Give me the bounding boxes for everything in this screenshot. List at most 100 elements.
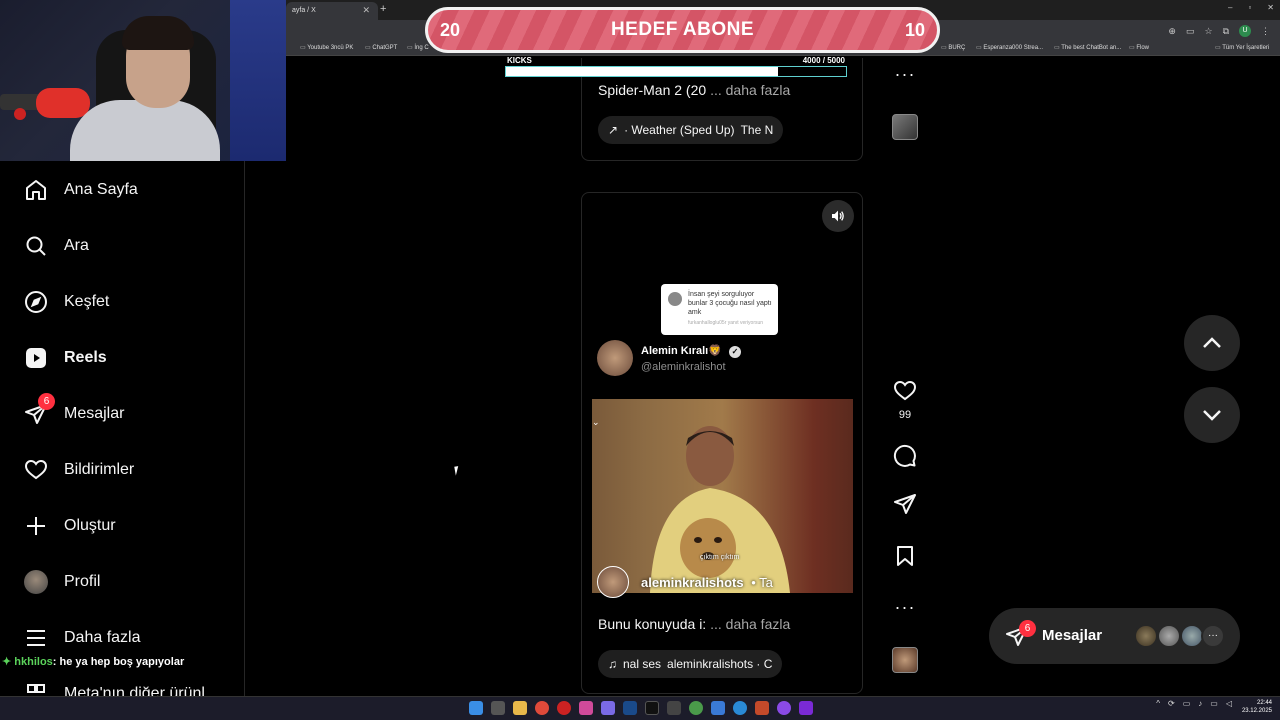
volume-icon[interactable]: ◁ — [1226, 699, 1232, 708]
sidebar-item-notifications[interactable]: Bildirimler — [22, 456, 134, 484]
video-person-image — [650, 426, 790, 593]
start-icon[interactable] — [469, 701, 483, 715]
instagram-icon[interactable] — [579, 701, 593, 715]
chevron-down-icon — [1203, 410, 1221, 421]
previous-reel-button[interactable] — [1184, 315, 1240, 371]
video-username[interactable]: aleminkralishots • Ta — [641, 575, 773, 590]
bookmark-item[interactable]: Esperanza000 Strea... — [976, 44, 1043, 51]
system-tray: ^ ⟳ ▭ ♪ ▭ ◁ — [1156, 699, 1232, 708]
extensions-icon[interactable]: ⧉ — [1223, 26, 1229, 37]
sidebar-item-more[interactable]: Daha fazla — [22, 624, 141, 652]
post-caption[interactable]: Spider-Man 2 (20 ... daha fazla — [598, 82, 790, 98]
zoom-icon[interactable]: ⊕ — [1168, 26, 1176, 37]
audio-thumbnail[interactable] — [892, 647, 918, 673]
sidebar-item-label: Profil — [64, 573, 101, 590]
close-window-icon[interactable]: ✕ — [1267, 3, 1274, 12]
next-reel-button[interactable] — [1184, 387, 1240, 443]
conversation-avatar — [1157, 624, 1181, 648]
subscriber-goal-bar: 20 HEDEF ABONE 10 — [425, 7, 940, 53]
author-name[interactable]: Alemin Kıralı🦁 ✓ — [641, 344, 741, 358]
bookmark-item[interactable]: Flow — [1129, 44, 1149, 51]
search-icon — [22, 232, 50, 260]
sidebar-item-reels[interactable]: Reels — [22, 344, 107, 372]
microphone-icon[interactable]: ♪ — [1198, 699, 1202, 708]
browser-tab[interactable]: ayfa / X ✕ — [286, 2, 378, 20]
audio-chip[interactable]: ♫ nal ses aleminkralishots · C — [598, 650, 783, 678]
minimize-icon[interactable]: – — [1228, 3, 1232, 12]
save-button[interactable] — [893, 544, 917, 568]
app-icon[interactable] — [667, 701, 681, 715]
sound-toggle-button[interactable] — [822, 200, 854, 232]
refresh-icon[interactable]: ⟳ — [1168, 699, 1175, 708]
like-button[interactable] — [893, 379, 917, 403]
opera-icon[interactable] — [557, 701, 571, 715]
sidebar-item-profile[interactable]: Profil — [22, 568, 100, 596]
comment-button[interactable] — [893, 444, 917, 468]
taskbar-clock[interactable]: 22:44 23.12.2025 — [1242, 699, 1272, 715]
cast-icon[interactable]: ▭ — [1186, 26, 1195, 37]
sidebar-item-explore[interactable]: Keşfet — [22, 288, 109, 316]
bubble-text: İnsan şeyi sorguluyor bunlar 3 çocuğu na… — [688, 291, 772, 316]
window-controls: – ▫ ✕ — [1228, 3, 1274, 12]
menu-icon — [22, 624, 50, 652]
webcam-background-window — [230, 0, 286, 161]
close-tab-icon[interactable]: ✕ — [362, 5, 370, 16]
folder-icon[interactable]: ▭ — [1183, 699, 1191, 708]
bookmark-item[interactable]: ChatGPT — [365, 44, 397, 51]
kicks-value: 4000 / 5000 — [802, 56, 845, 65]
more-options-icon[interactable]: ··· — [893, 62, 917, 86]
sidebar-item-search[interactable]: Ara — [22, 232, 89, 260]
messages-pill[interactable]: 6 Mesajlar ··· — [989, 608, 1240, 664]
app-icon[interactable] — [535, 701, 549, 715]
chat-badge-icon: ✦ — [2, 656, 12, 668]
more-link[interactable]: ... daha fazla — [710, 616, 790, 632]
commenter-avatar — [668, 292, 682, 306]
discord-icon[interactable] — [601, 701, 615, 715]
chat-username: hkhilos — [14, 656, 53, 668]
webcam-overlay — [0, 0, 286, 161]
bookmark-item[interactable]: Youtube 3ncü PK — [300, 44, 353, 51]
kicks-progress: KICKS 4000 / 5000 — [505, 54, 847, 78]
app-icon[interactable] — [777, 701, 791, 715]
sidebar-item-create[interactable]: Oluştur — [22, 512, 116, 540]
kicks-progress-bar — [505, 66, 847, 77]
bookmark-item[interactable]: BURÇ — [941, 44, 965, 51]
notepad-icon[interactable] — [711, 701, 725, 715]
file-explorer-icon[interactable] — [513, 701, 527, 715]
video-subtitle: çıktım çıktım — [700, 554, 740, 561]
sidebar-item-label: Daha fazla — [64, 629, 141, 646]
edge-icon[interactable] — [733, 701, 747, 715]
browser-menu-icon[interactable]: ⋮ — [1261, 26, 1270, 37]
bookmark-item[interactable]: İng C — [407, 44, 428, 51]
more-options-icon[interactable]: ··· — [893, 595, 917, 619]
app-icon[interactable] — [755, 701, 769, 715]
chrome-icon[interactable] — [689, 701, 703, 715]
profile-avatar[interactable]: U — [1239, 25, 1251, 37]
post-caption[interactable]: Bunu konuyuda i: ... daha fazla — [598, 616, 790, 632]
webcam-person-body — [70, 100, 220, 161]
sidebar-item-label: Bildirimler — [64, 461, 135, 478]
share-button[interactable] — [893, 492, 917, 516]
more-link[interactable]: ... daha fazla — [710, 82, 790, 98]
network-icon[interactable]: ▭ — [1210, 699, 1218, 708]
notification-badge: 6 — [1019, 620, 1036, 637]
task-view-icon[interactable] — [491, 701, 505, 715]
maximize-icon[interactable]: ▫ — [1248, 3, 1251, 12]
bookmark-item[interactable]: The best ChatBot an... — [1054, 44, 1121, 51]
video-user-avatar[interactable] — [597, 566, 629, 598]
tiktok-icon[interactable] — [645, 701, 659, 715]
bookmark-star-icon[interactable]: ☆ — [1204, 26, 1212, 37]
audio-chip[interactable]: ↗ · Weather (Sped Up) The N — [598, 116, 784, 144]
chevron-up-icon[interactable]: ^ — [1156, 699, 1160, 708]
audio-thumbnail[interactable] — [892, 114, 918, 140]
photoshop-icon[interactable] — [623, 701, 637, 715]
bookmark-item[interactable]: Tüm Yer İşaretleri — [1215, 44, 1269, 51]
sidebar-item-messages[interactable]: 6 Mesajlar — [22, 393, 124, 428]
new-tab-plus-icon[interactable]: + — [380, 3, 386, 15]
clock-time: 22:44 — [1256, 700, 1272, 706]
sidebar-item-home[interactable]: Ana Sayfa — [22, 176, 138, 204]
toolbar-icons: ⊕ ▭ ☆ ⧉ U ⋮ — [1168, 25, 1270, 37]
author-avatar[interactable] — [597, 340, 633, 376]
home-icon — [22, 176, 50, 204]
app-icon[interactable] — [799, 701, 813, 715]
